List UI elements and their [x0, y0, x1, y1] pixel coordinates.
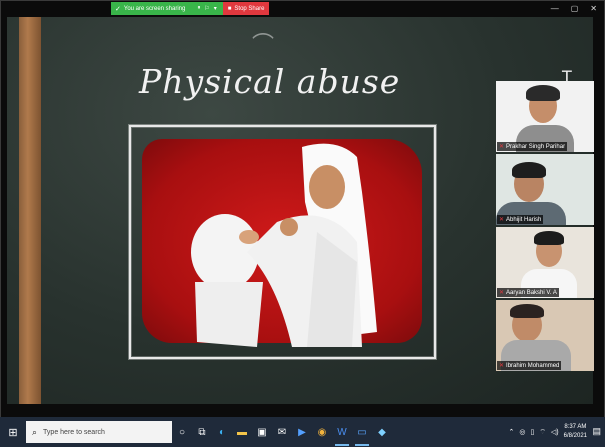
volume-icon[interactable]: ◁) — [551, 428, 559, 436]
participant-name: ✕ Prakhar Singh Parihar — [497, 142, 568, 151]
network-icon[interactable]: ◎ — [519, 428, 525, 436]
more-icon[interactable]: ▾ — [214, 5, 217, 12]
system-tray: ⌃ ◎ ▯ ⌔ ◁) 8:37 AM 6/8/2021 — [508, 417, 587, 447]
word-icon[interactable]: W — [332, 417, 352, 447]
chevron-up-icon[interactable]: ⌃ — [508, 428, 514, 436]
terminal-icon[interactable]: ▶ — [292, 417, 312, 447]
restore-button[interactable]: ▢ — [571, 4, 579, 13]
app-icon[interactable]: ◆ — [372, 417, 392, 447]
participant-tile[interactable]: ✕ Ibrahim Mohammed — [496, 300, 594, 371]
participant-name: ✕ Ibrahim Mohammed — [497, 361, 562, 370]
window-controls: — ▢ ✕ — [551, 4, 597, 13]
battery-icon[interactable]: ▯ — [530, 428, 534, 436]
close-button[interactable]: ✕ — [590, 4, 597, 13]
system-clock[interactable]: 8:37 AM 6/8/2021 — [564, 423, 587, 441]
folder-icon[interactable]: ▬ — [232, 417, 252, 447]
windows-taskbar: ⊞ ⌕ Type here to search ○ ⧉ ◐ ▬ ▣ ✉ ▶ ◉ … — [0, 417, 605, 447]
windows-start-button[interactable]: ⊞ — [0, 417, 26, 447]
clock-time: 8:37 AM — [564, 424, 587, 430]
mic-muted-icon: ✕ — [499, 144, 505, 150]
stop-icon: ■ — [227, 5, 232, 12]
cortana-icon[interactable]: ○ — [172, 417, 192, 447]
edge-icon[interactable]: ◐ — [212, 417, 232, 447]
search-icon: ⌕ — [32, 426, 38, 437]
participant-name: ✕ Abhijit Harish — [497, 215, 544, 224]
slide-title: Physical abuse — [139, 62, 401, 101]
chalk-scribble: ⌒ — [252, 33, 275, 58]
task-view-icon[interactable]: ⧉ — [192, 417, 212, 447]
wifi-icon[interactable]: ⌔ — [539, 428, 546, 437]
slide-image — [191, 143, 377, 347]
pause-icon[interactable]: ⏸ — [197, 5, 200, 12]
participant-name: ✕ Aaryan Bakshi V. A — [497, 288, 559, 297]
share-icon: ✓ — [115, 5, 121, 13]
mic-muted-icon: ✕ — [499, 363, 505, 369]
share-status: ✓ You are screen sharing ⏸ ⚐ ▾ — [111, 2, 223, 15]
search-placeholder: Type here to search — [43, 428, 105, 436]
annotate-icon[interactable]: ⚐ — [204, 5, 209, 12]
share-status-text: You are screen sharing — [123, 5, 186, 12]
participant-panel: ✕ Prakhar Singh Parihar ✕ Abhijit Harish ✕… — [496, 81, 594, 373]
participant-tile[interactable]: ✕ Abhijit Harish — [496, 154, 594, 225]
mail-icon[interactable]: ✉ — [272, 417, 292, 447]
chrome-icon[interactable]: ◉ — [312, 417, 332, 447]
zoom-icon[interactable]: ▭ — [352, 417, 372, 447]
participant-tile[interactable]: ✕ Aaryan Bakshi V. A — [496, 227, 594, 298]
store-icon[interactable]: ▣ — [252, 417, 272, 447]
minimize-button[interactable]: — — [551, 4, 559, 13]
mic-muted-icon: ✕ — [499, 217, 505, 223]
board-frame — [19, 17, 41, 404]
clock-date: 6/8/2021 — [563, 433, 587, 439]
stop-share-label: Stop Share — [234, 5, 265, 12]
stop-share-button[interactable]: ■ Stop Share — [222, 2, 270, 15]
taskbar-search-box[interactable]: ⌕ Type here to search — [26, 421, 172, 443]
screen-share-bar: ✓ You are screen sharing ⏸ ⚐ ▾ ■ Stop Sh… — [111, 2, 270, 15]
mic-muted-icon: ✕ — [499, 290, 505, 296]
notification-icon[interactable]: ▤ — [592, 426, 601, 437]
participant-tile[interactable]: ✕ Prakhar Singh Parihar — [496, 81, 594, 152]
